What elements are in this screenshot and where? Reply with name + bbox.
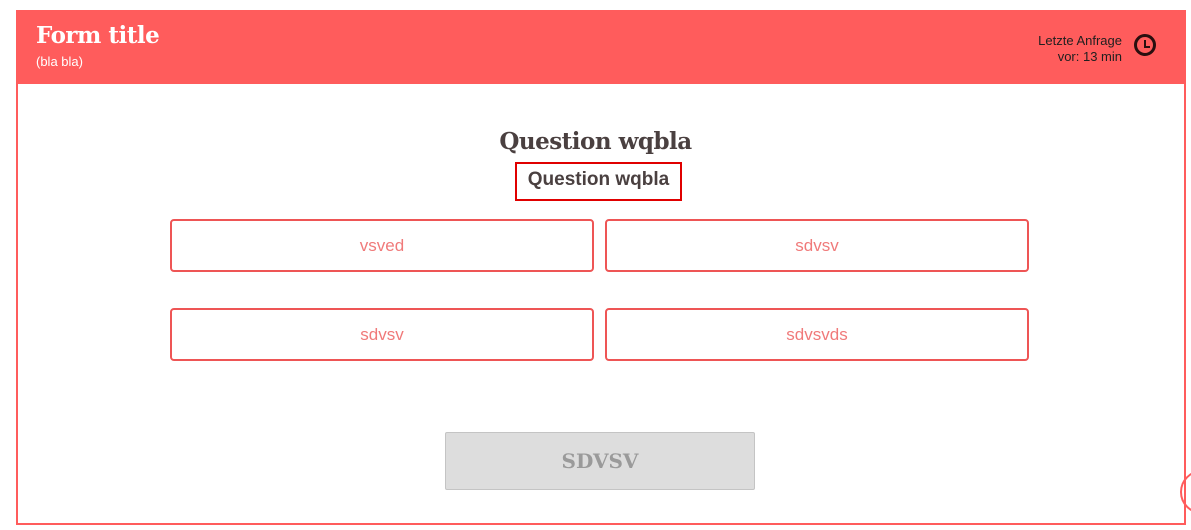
question-subtitle: Question wqbla bbox=[515, 162, 682, 201]
last-request-time: vor: 13 min bbox=[1057, 49, 1122, 64]
submit-button[interactable]: SDVSV bbox=[445, 432, 755, 490]
answer-option-4[interactable]: sdvsvds bbox=[605, 308, 1029, 361]
answer-option-1[interactable]: vsved bbox=[170, 219, 594, 272]
clock-icon bbox=[1134, 34, 1156, 56]
answer-option-2[interactable]: sdvsv bbox=[605, 219, 1029, 272]
answer-option-3[interactable]: sdvsv bbox=[170, 308, 594, 361]
last-request-info: Letzte Anfrage vor: 13 min bbox=[1038, 33, 1122, 65]
form-title: Form title bbox=[36, 22, 160, 49]
last-request-label: Letzte Anfrage bbox=[1038, 33, 1122, 48]
question-title: Question wqbla bbox=[499, 128, 692, 155]
form-subtitle: (bla bla) bbox=[36, 54, 83, 69]
form-header: Form title (bla bla) Letzte Anfrage vor:… bbox=[16, 10, 1186, 84]
